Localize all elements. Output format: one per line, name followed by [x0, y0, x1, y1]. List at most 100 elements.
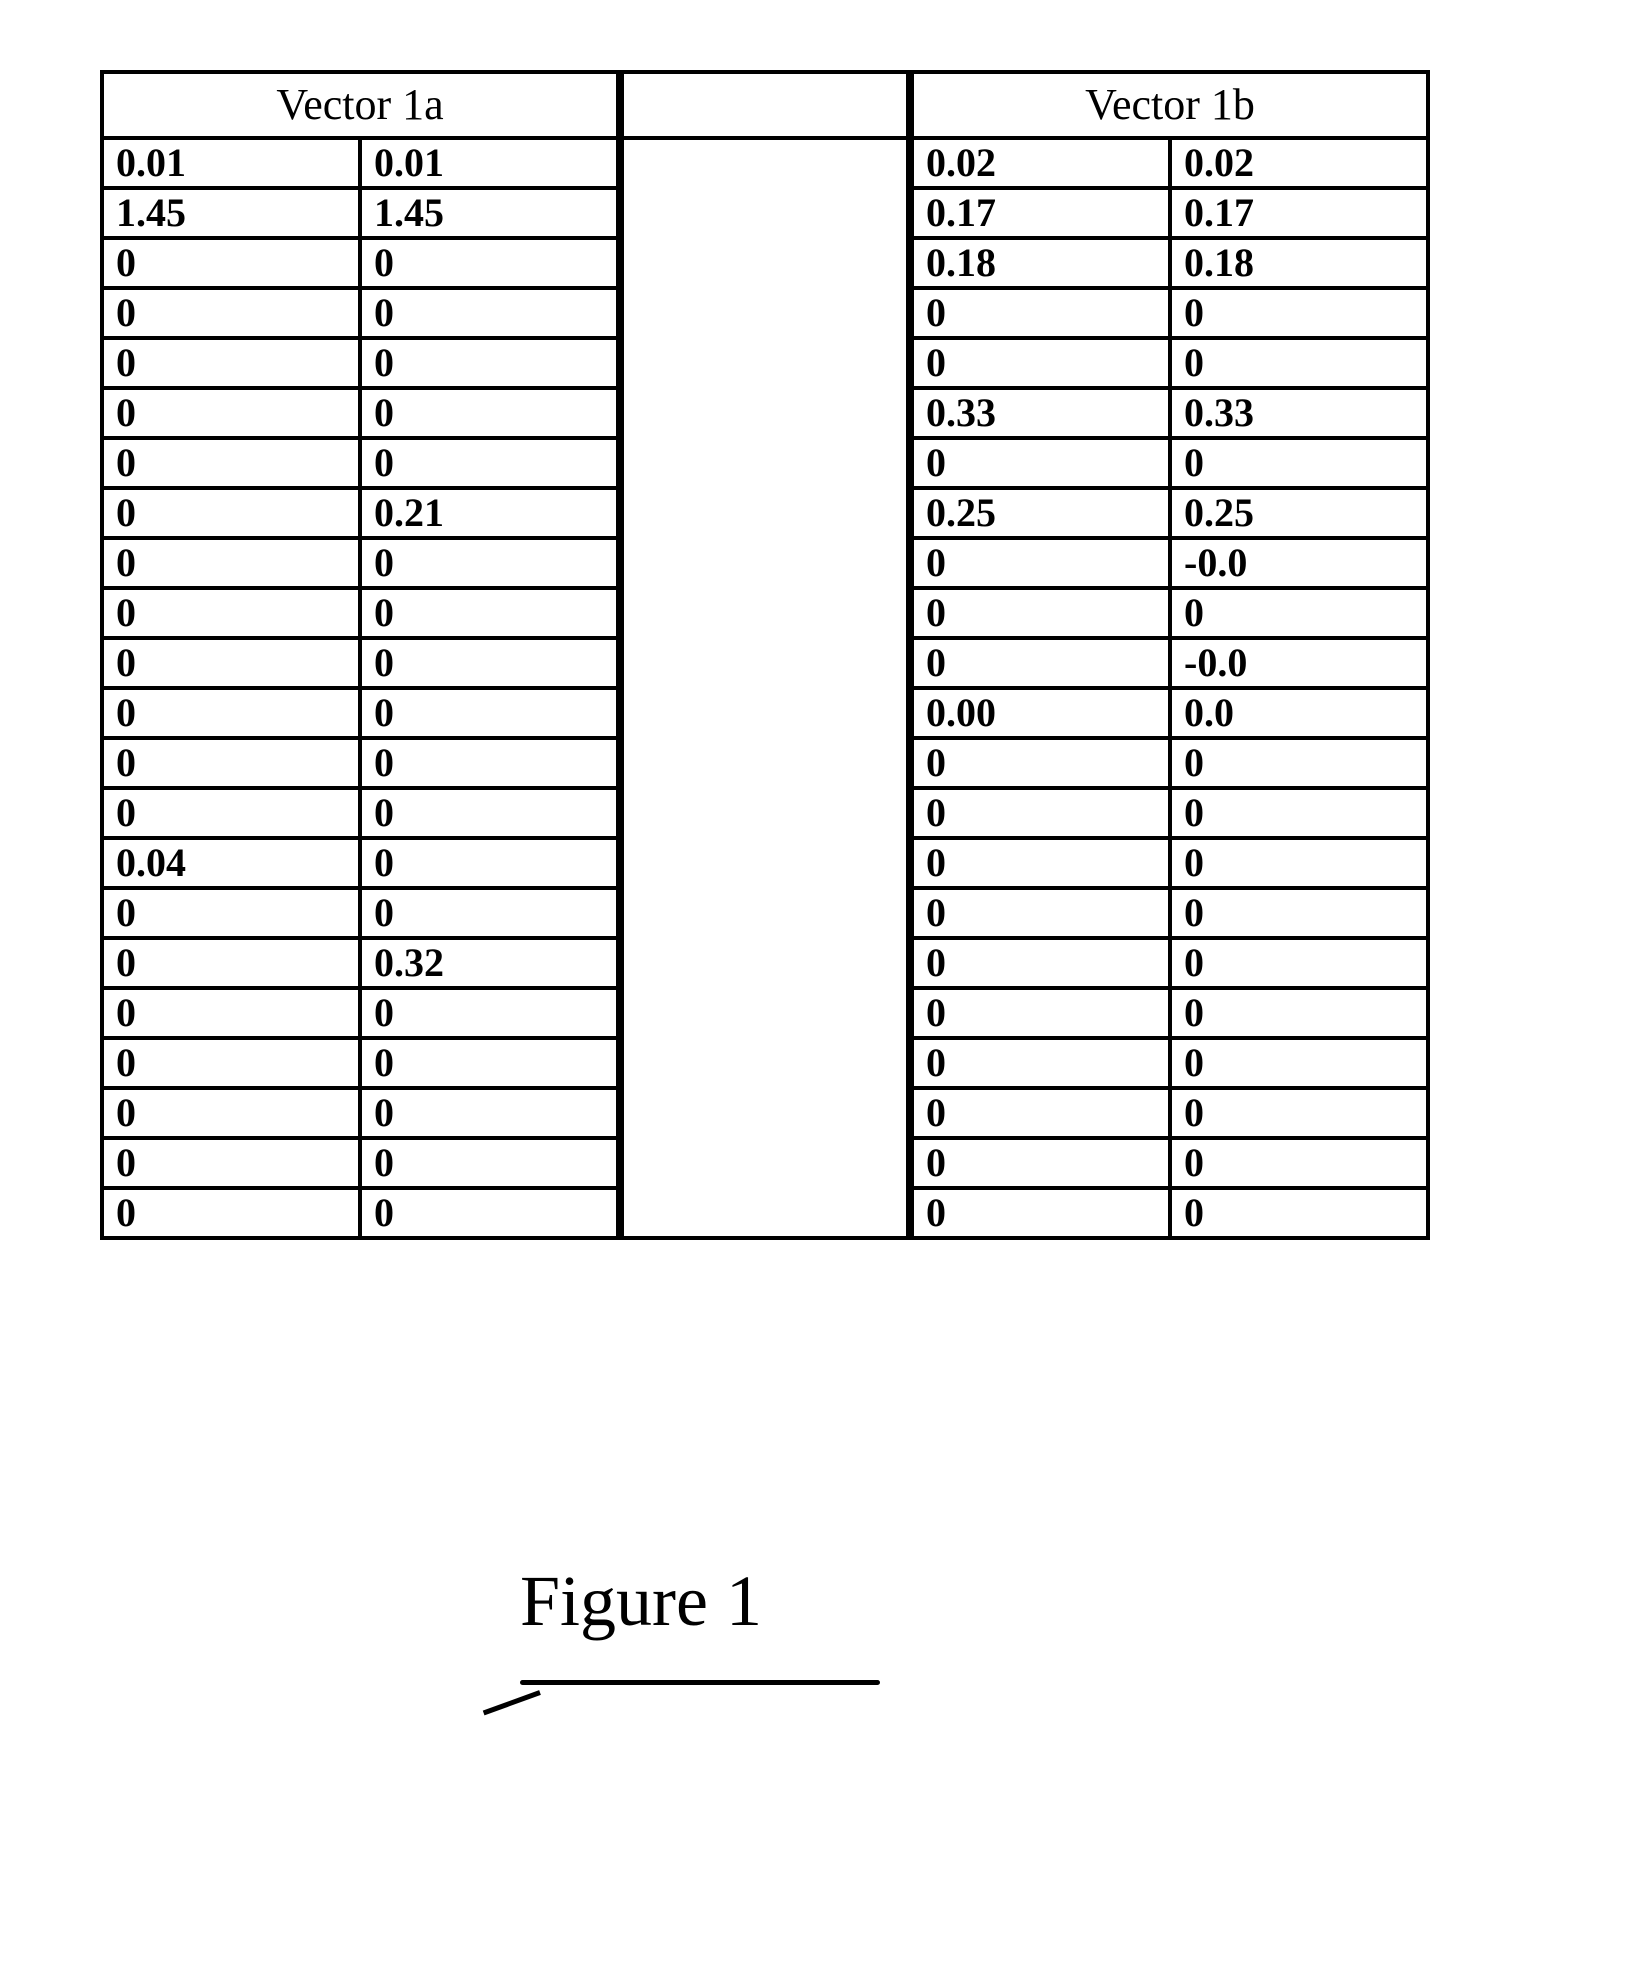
table-row: 00: [912, 838, 1428, 888]
vector-1b-cell: 0: [912, 438, 1170, 488]
table-row: 00: [912, 888, 1428, 938]
vector-1b-cell: 0: [912, 838, 1170, 888]
vector-1b-cell: 0: [912, 638, 1170, 688]
vector-1a-cell: 0: [102, 788, 360, 838]
table-row: 00: [912, 288, 1428, 338]
vector-1a-title: Vector 1a: [102, 72, 618, 138]
table-row: 0.250.25: [912, 488, 1428, 538]
table-row: 00: [102, 338, 618, 388]
vector-1a-cell: 0: [102, 1138, 360, 1188]
vector-1b-cell: 0: [1170, 1138, 1428, 1188]
vector-1b-cell: 0: [1170, 888, 1428, 938]
vector-1a-cell: 0: [360, 538, 618, 588]
vector-1b-cell: 0: [912, 788, 1170, 838]
vector-1a-cell: 0: [360, 788, 618, 838]
vector-1b-cell: 0: [912, 288, 1170, 338]
table-row: 0.180.18: [912, 238, 1428, 288]
vector-1a-cell: 0: [102, 1088, 360, 1138]
vector-1b-cell: 0.18: [912, 238, 1170, 288]
vector-1a-cell: 0: [360, 1038, 618, 1088]
vector-1a-cell: 0: [102, 238, 360, 288]
vector-1a-cell: 1.45: [360, 188, 618, 238]
figure-caption: Figure 1: [520, 1560, 762, 1643]
table-row: 00: [102, 788, 618, 838]
vector-1b-cell: 0: [912, 588, 1170, 638]
vector-1b-cell: 0: [1170, 438, 1428, 488]
table-row: 1.451.45: [102, 188, 618, 238]
vector-1a-cell: 0: [102, 388, 360, 438]
vector-1a-cell: 0: [360, 638, 618, 688]
vector-1b-cell: 0: [912, 1038, 1170, 1088]
table-row: 00: [102, 1038, 618, 1088]
table-row: 00: [102, 438, 618, 488]
vector-1a-cell: 1.45: [102, 188, 360, 238]
vector-1a-cell: 0: [102, 938, 360, 988]
vector-1a-cell: 0.01: [102, 138, 360, 188]
vector-1a-cell: 0: [360, 1138, 618, 1188]
table-row: 0-0.0: [912, 638, 1428, 688]
vector-1b-cell: 0: [1170, 938, 1428, 988]
vector-1b-cell: 0: [1170, 788, 1428, 838]
table-row: 00: [912, 988, 1428, 1038]
page: Vector 1a 0.010.011.451.45000000000000.2…: [0, 0, 1629, 1983]
table-row: 00: [912, 338, 1428, 388]
table-row: 0.040: [102, 838, 618, 888]
vector-1a-cell: 0: [102, 288, 360, 338]
vector-1a-cell: 0: [102, 588, 360, 638]
vector-1a-cell: 0: [102, 738, 360, 788]
table-row: 0.010.01: [102, 138, 618, 188]
vector-1a-cell: 0: [102, 438, 360, 488]
table-row: 00: [102, 1088, 618, 1138]
vector-1b-cell: 0: [912, 538, 1170, 588]
table-row: 00: [912, 588, 1428, 638]
vector-1b-cell: 0: [912, 1138, 1170, 1188]
vector-1a-cell: 0: [360, 688, 618, 738]
table-row: 0.330.33: [912, 388, 1428, 438]
vector-1a-cell: 0: [360, 888, 618, 938]
figure-underline: [520, 1680, 880, 1685]
table-row: 00: [912, 938, 1428, 988]
table-row: 00: [102, 1138, 618, 1188]
table-row: 00: [912, 738, 1428, 788]
vector-1a-cell: 0: [102, 988, 360, 1038]
vector-1b-cell: 0.17: [912, 188, 1170, 238]
vector-1a-cell: 0: [102, 488, 360, 538]
vector-1b-cell: 0: [912, 338, 1170, 388]
table-row: 00: [102, 538, 618, 588]
table-row: 00: [102, 988, 618, 1038]
vector-1b-cell: 0: [912, 888, 1170, 938]
vector-1b-cell: 0.25: [912, 488, 1170, 538]
table-row: 00: [912, 788, 1428, 838]
vector-1b-cell: 0.02: [912, 138, 1170, 188]
vector-1a-cell: 0: [360, 588, 618, 638]
vector-1a-cell: 0: [360, 738, 618, 788]
table-row: 00: [912, 438, 1428, 488]
vector-1a-cell: 0: [102, 1038, 360, 1088]
table-spacer: [620, 70, 910, 1240]
vector-1b-cell: -0.0: [1170, 538, 1428, 588]
table-row: 00: [102, 288, 618, 338]
vector-1a-cell: 0: [102, 1188, 360, 1238]
table-row: 0.000.0: [912, 688, 1428, 738]
vector-1b-cell: 0.33: [912, 388, 1170, 438]
vector-1a-cell: 0: [102, 538, 360, 588]
table-row: 00: [912, 1088, 1428, 1138]
vector-1b-cell: 0: [912, 988, 1170, 1038]
vector-1b-cell: 0: [912, 738, 1170, 788]
table-row: 00: [102, 738, 618, 788]
vector-1a-cell: 0: [102, 688, 360, 738]
vector-1b-cell: 0.25: [1170, 488, 1428, 538]
vector-1b-cell: 0: [1170, 738, 1428, 788]
spacer-head: [622, 72, 908, 138]
vector-1a-cell: 0: [360, 988, 618, 1038]
vector-1a-cell: 0: [360, 838, 618, 888]
vector-1b-cell: -0.0: [1170, 638, 1428, 688]
vector-1a-cell: 0: [102, 338, 360, 388]
table-row: 00.32: [102, 938, 618, 988]
vector-1b-cell: 0: [912, 938, 1170, 988]
vector-1a-cell: 0: [360, 388, 618, 438]
table-row: 00: [102, 888, 618, 938]
vector-1b-cell: 0: [1170, 1038, 1428, 1088]
vector-1a-cell: 0.04: [102, 838, 360, 888]
vector-1a-cell: 0: [102, 888, 360, 938]
